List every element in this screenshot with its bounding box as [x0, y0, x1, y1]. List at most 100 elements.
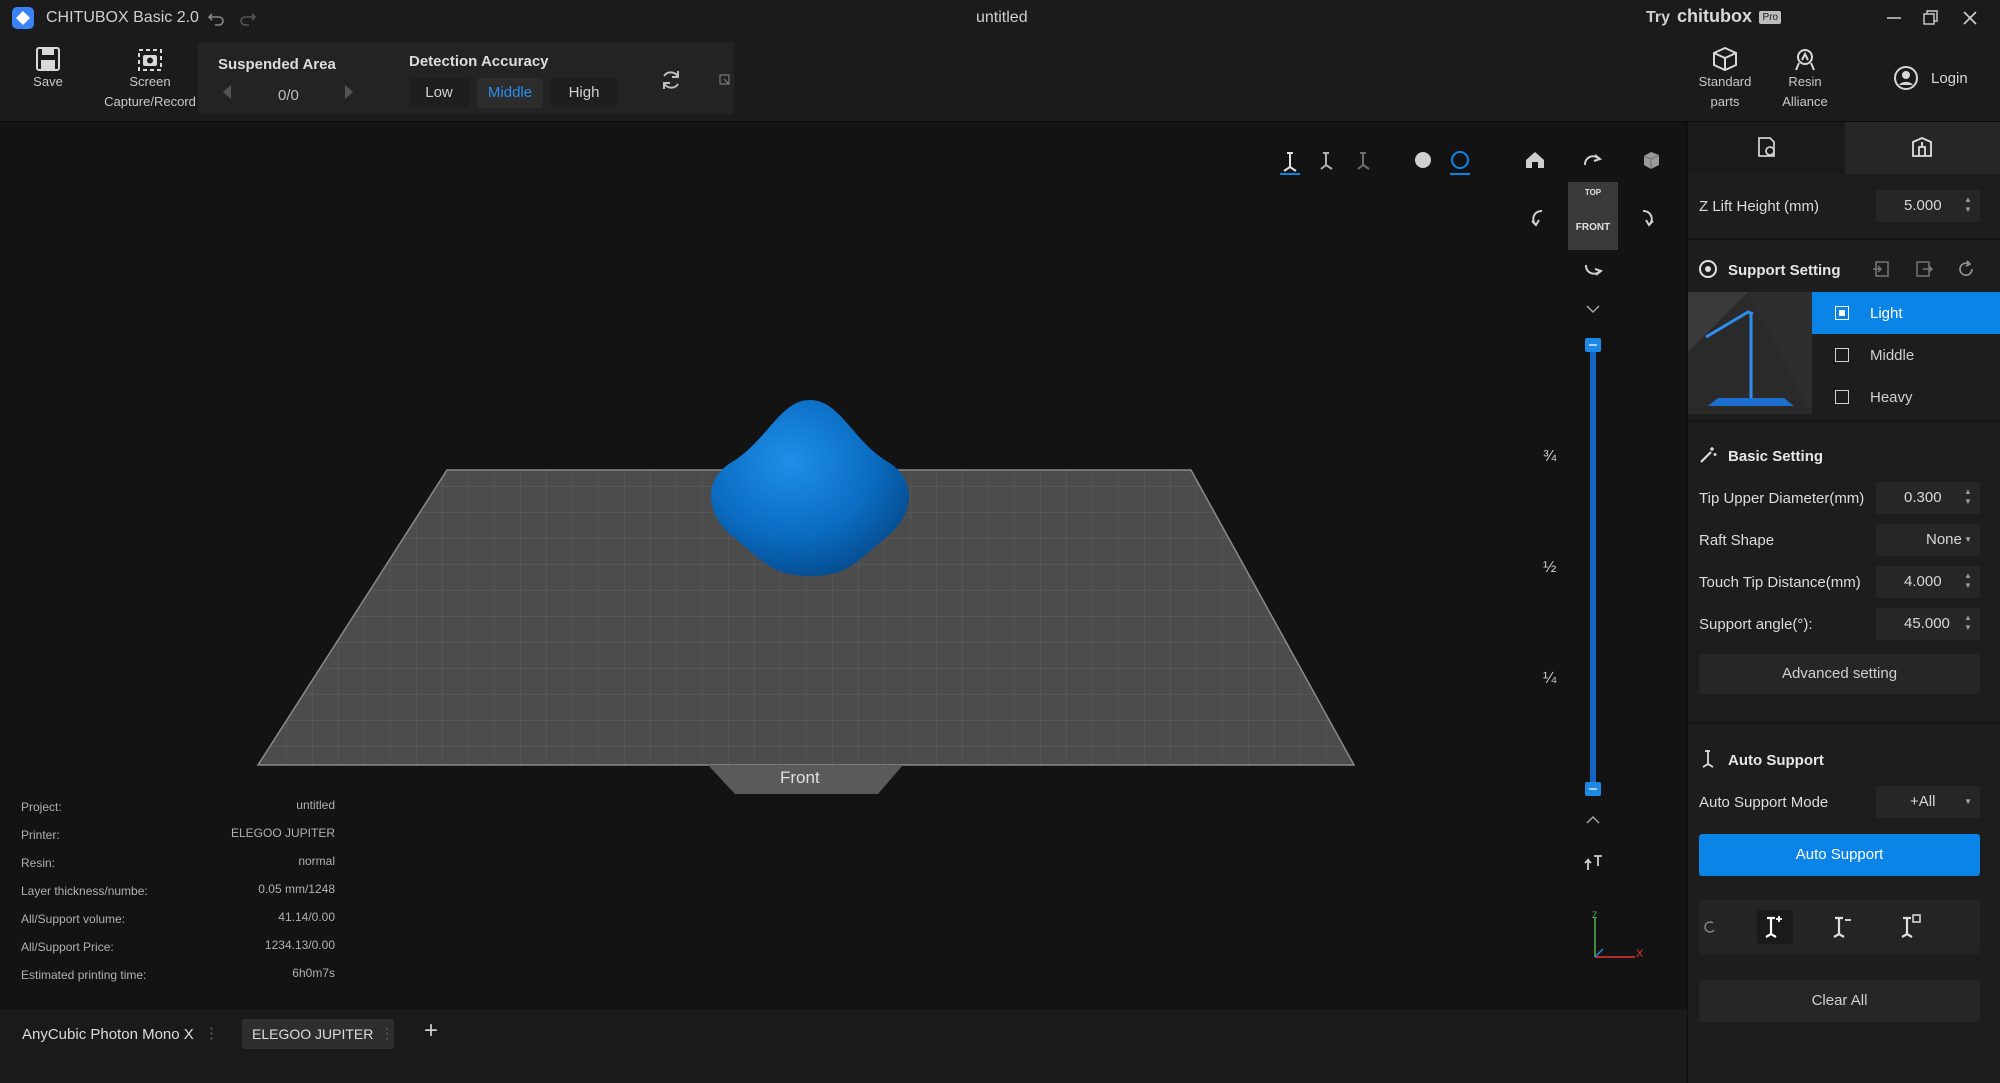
support-view-icon-3[interactable] [1353, 149, 1375, 171]
redo-icon[interactable] [238, 8, 258, 28]
view-cube-top[interactable]: TOP [1568, 188, 1618, 197]
slider-mark-quarter: ¼ [1543, 670, 1557, 687]
restore-icon[interactable] [1920, 8, 1940, 28]
box-icon [1711, 46, 1760, 72]
support-view-icon-1[interactable] [1279, 149, 1301, 175]
add-support-icon[interactable] [1757, 910, 1793, 944]
solid-view-icon[interactable] [1412, 149, 1434, 171]
standard-parts-button[interactable]: Standard parts [1690, 46, 1760, 112]
minimize-icon[interactable] [1884, 8, 1904, 28]
clear-all-button[interactable]: Clear All [1699, 980, 1980, 1022]
prev-suspended-arrow[interactable] [220, 82, 234, 102]
info-row: Layer thickness/numbe: 0.05 mm/1248 [21, 882, 341, 910]
model-settings-tab[interactable] [1688, 122, 1845, 174]
document-title: untitled [976, 9, 1028, 26]
rotate-left-icon[interactable] [1526, 207, 1548, 229]
resin-alliance-icon [1791, 46, 1840, 72]
touch-tip-input[interactable]: 4.000 ▲ ▼ [1876, 566, 1980, 598]
3d-viewport[interactable]: Front TOP FRONT ¾ ½ ¼ Z X Project: untit… [0, 122, 1687, 1009]
next-suspended-arrow[interactable] [342, 82, 356, 102]
preset-light-option[interactable]: Light [1812, 292, 2000, 334]
support-tools-row [1699, 900, 1980, 954]
standard-label-1: Standard [1698, 74, 1752, 89]
checkbox-checked-icon [1835, 306, 1849, 320]
add-printer-button[interactable]: + [424, 1017, 438, 1045]
info-row: All/Support Price: 1234.13/0.00 [21, 938, 341, 966]
raft-shape-select[interactable]: None ▼ [1876, 524, 1980, 556]
auto-support-button[interactable]: Auto Support [1699, 834, 1980, 876]
z-lift-input[interactable]: 5.000 ▲ ▼ [1876, 190, 1980, 222]
divider [1688, 238, 2000, 240]
panel-expand-icon[interactable] [719, 74, 731, 86]
import-preset-icon[interactable] [1871, 259, 1891, 279]
user-avatar-icon [1893, 65, 1919, 91]
checkbox-icon [1835, 348, 1849, 362]
info-value: normal [298, 854, 335, 868]
tip-upper-spinner-icon[interactable]: ▲ ▼ [1964, 487, 1974, 507]
rotate-down-icon[interactable] [1582, 259, 1604, 281]
touch-tip-spinner-icon[interactable]: ▲ ▼ [1964, 571, 1974, 591]
advanced-setting-button[interactable]: Advanced setting [1699, 654, 1980, 694]
preset-middle-option[interactable]: Middle [1812, 334, 2000, 376]
edit-support-icon[interactable] [1893, 910, 1929, 944]
preset-light-label: Light [1870, 305, 1903, 322]
transparent-view-icon[interactable] [1449, 149, 1471, 175]
printer-tab[interactable]: AnyCubic Photon Mono X ⋮ [8, 1014, 219, 1056]
layer-slider[interactable] [1585, 305, 1601, 824]
login-label: Login [1931, 70, 1968, 87]
magic-wand-icon [1698, 445, 1718, 465]
accuracy-high-option[interactable]: High [551, 78, 617, 108]
accuracy-low-option[interactable]: Low [409, 78, 469, 108]
info-row: Printer: ELEGOO JUPITER [21, 826, 341, 854]
screen-label-1: Screen [129, 74, 171, 89]
try-label[interactable]: Try [1646, 9, 1670, 27]
checkbox-icon [1835, 390, 1849, 404]
chitubox-pro-logo[interactable]: chitubox Pro [1677, 6, 1782, 27]
info-value: 1234.13/0.00 [264, 938, 335, 952]
screen-label-2: Capture/Record [104, 94, 196, 109]
login-button[interactable]: Login [1893, 64, 1973, 94]
z-lift-value: 5.000 [1904, 197, 1942, 214]
info-key: Layer thickness/numbe: [21, 884, 148, 898]
auto-mode-select[interactable]: +All ▼ [1876, 786, 1980, 818]
accuracy-middle-option[interactable]: Middle [477, 78, 543, 108]
raft-shape-value: None [1926, 531, 1962, 548]
slice-preview-icon[interactable] [1583, 852, 1605, 874]
save-icon [34, 46, 74, 72]
support-angle-spinner-icon[interactable]: ▲ ▼ [1964, 613, 1974, 633]
view-cube-front[interactable]: FRONT [1568, 222, 1618, 233]
support-tab[interactable] [1845, 122, 2000, 174]
support-view-icon-2[interactable] [1316, 149, 1338, 171]
support-setting-icon [1698, 259, 1718, 279]
preset-heavy-option[interactable]: Heavy [1812, 376, 2000, 418]
refresh-detection-icon[interactable] [659, 68, 683, 92]
export-preset-icon[interactable] [1914, 259, 1934, 279]
rotate-up-icon[interactable] [1581, 149, 1603, 171]
printer-tab-menu-icon[interactable]: ⋮ [204, 1024, 219, 1042]
axis-z-label: Z [1592, 910, 1598, 920]
close-icon[interactable] [1960, 8, 1980, 28]
resin-alliance-button[interactable]: Resin Alliance [1770, 46, 1840, 112]
home-view-icon[interactable] [1524, 149, 1546, 171]
save-button[interactable]: Save [22, 46, 74, 92]
view-cube[interactable]: TOP FRONT [1568, 182, 1618, 250]
z-lift-spinner-icon[interactable]: ▲ ▼ [1964, 195, 1974, 215]
reset-preset-icon[interactable] [1956, 259, 1976, 279]
info-row: Project: untitled [21, 798, 341, 826]
chevron-down-icon: ▼ [1964, 535, 1972, 544]
printer-tab-active[interactable]: ELEGOO JUPITER ⋮ [242, 1019, 394, 1049]
printer-tab-menu-icon[interactable]: ⋮ [380, 1025, 394, 1042]
preset-heavy-label: Heavy [1870, 389, 1913, 406]
undo-small-icon[interactable] [1703, 920, 1717, 934]
rotate-right-icon[interactable] [1637, 207, 1659, 229]
support-angle-input[interactable]: 45.000 ▲ ▼ [1876, 608, 1980, 640]
brand-badge: Pro [1759, 11, 1782, 24]
tip-upper-input[interactable]: 0.300 ▲ ▼ [1876, 482, 1980, 514]
remove-support-icon[interactable] [1825, 910, 1861, 944]
right-panel: Z Lift Height (mm) 5.000 ▲ ▼ Support Sett… [1687, 122, 2000, 1083]
screen-capture-button[interactable]: Screen Capture/Record [100, 46, 200, 112]
cube-view-icon[interactable] [1640, 149, 1662, 171]
undo-icon[interactable] [206, 8, 226, 28]
save-label: Save [33, 74, 63, 89]
file-settings-icon [1756, 136, 1778, 158]
